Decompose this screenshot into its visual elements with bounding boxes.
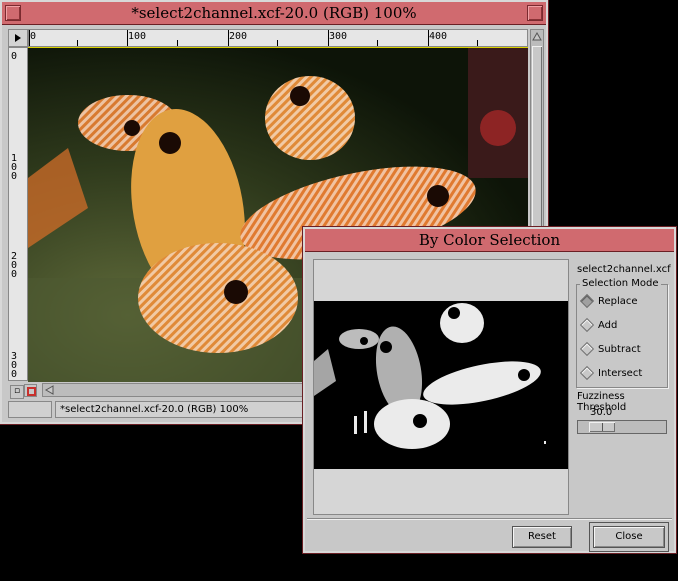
image-filename: select2channel.xcf xyxy=(577,264,671,275)
radio-label: Replace xyxy=(598,295,638,307)
selection-mode-group: Selection Mode Replace Add Subtract Inte… xyxy=(576,278,668,388)
ruler-v-label: 0 xyxy=(11,51,18,62)
ruler-v-label: 200 xyxy=(11,251,18,280)
horizontal-ruler[interactable]: 0 100 200 300 400 xyxy=(28,29,528,47)
radio-label: Intersect xyxy=(598,367,643,379)
radio-indicator-icon xyxy=(579,365,595,381)
quickmask-off-button[interactable]: ▫ xyxy=(10,385,24,399)
image-window-titlebar[interactable]: *select2channel.xcf-20.0 (RGB) 100% xyxy=(2,2,546,25)
close-button[interactable]: Close xyxy=(593,526,665,548)
ruler-h-label: 400 xyxy=(429,31,448,42)
scroll-left-icon[interactable] xyxy=(43,384,57,396)
fuzziness-slider-thumb[interactable] xyxy=(589,422,615,432)
ruler-v-label: 300 xyxy=(11,351,18,380)
window-menu-icon[interactable] xyxy=(5,5,21,21)
ruler-h-label: 300 xyxy=(329,31,348,42)
scroll-up-icon[interactable] xyxy=(531,30,543,44)
reset-button[interactable]: Reset xyxy=(512,526,572,548)
menu-arrow-button[interactable] xyxy=(8,29,28,47)
ruler-h-label: 0 xyxy=(30,31,37,42)
radio-indicator-icon xyxy=(579,341,595,357)
by-color-selection-dialog: By Color Selection select2channel.xcf Se… xyxy=(302,226,677,554)
fuzziness-slider[interactable] xyxy=(577,420,667,434)
dialog-title: By Color Selection xyxy=(418,231,561,249)
radio-label: Add xyxy=(598,319,618,331)
radio-replace[interactable]: Replace xyxy=(579,293,638,309)
radio-indicator-icon xyxy=(579,293,595,309)
selection-preview[interactable] xyxy=(314,301,568,469)
radio-indicator-icon xyxy=(579,317,595,333)
fuzziness-value: 30.0 xyxy=(590,407,613,418)
radio-add[interactable]: Add xyxy=(579,317,618,333)
quickmask-on-button[interactable] xyxy=(24,384,37,397)
status-bar: *select2channel.xcf-20.0 (RGB) 100% xyxy=(55,401,305,418)
ruler-v-label: 100 xyxy=(11,153,18,182)
ruler-h-label: 100 xyxy=(128,31,147,42)
image-window-title: *select2channel.xcf-20.0 (RGB) 100% xyxy=(131,4,417,22)
dialog-separator xyxy=(307,518,672,520)
radio-label: Subtract xyxy=(598,343,641,355)
ruler-h-label: 200 xyxy=(229,31,248,42)
selection-preview-frame xyxy=(313,259,569,515)
minimize-icon[interactable] xyxy=(527,5,543,21)
radio-intersect[interactable]: Intersect xyxy=(579,365,643,381)
selection-mode-legend: Selection Mode xyxy=(580,278,661,289)
vertical-ruler[interactable]: 0 100 200 300 xyxy=(8,47,28,381)
selection-mask-preview xyxy=(314,303,546,449)
arrow-right-icon xyxy=(15,34,21,42)
dialog-titlebar[interactable]: By Color Selection xyxy=(305,229,674,252)
coordinates-area xyxy=(8,401,52,418)
radio-subtract[interactable]: Subtract xyxy=(579,341,641,357)
